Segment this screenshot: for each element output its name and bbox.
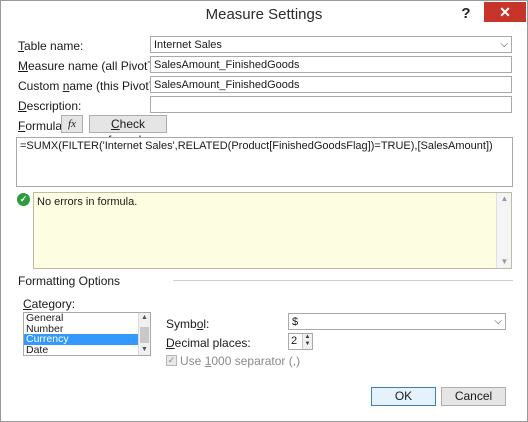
description-input[interactable] — [150, 96, 512, 113]
scroll-up-icon[interactable]: ▲ — [139, 313, 150, 323]
close-button[interactable]: ✕ — [484, 2, 526, 22]
insert-function-button[interactable]: fx — [61, 115, 83, 133]
status-scrollbar[interactable]: ▲ ▼ — [496, 193, 511, 268]
formula-label: Formula: — [18, 119, 66, 133]
measure-name-input[interactable]: SalesAmount_FinishedGoods — [150, 56, 512, 73]
scroll-down-icon[interactable]: ▼ — [497, 256, 512, 268]
custom-name-input[interactable]: SalesAmount_FinishedGoods — [150, 76, 512, 93]
thousand-separator-checkbox[interactable]: ✓ — [166, 355, 177, 366]
scroll-thumb[interactable] — [140, 327, 149, 343]
check-formula-button[interactable]: Check formula — [89, 115, 167, 147]
checkmark-icon: ✓ — [17, 193, 30, 206]
chevron-down-icon: ⌵ — [500, 39, 508, 50]
table-name-combobox[interactable]: Internet Sales ⌵ — [150, 36, 512, 53]
dialog-title: Measure Settings — [205, 6, 323, 23]
cancel-button[interactable]: Cancel — [441, 387, 506, 406]
title-bar: Measure Settings ? ✕ — [1, 1, 527, 30]
measure-settings-dialog: Measure Settings ? ✕ Table name: Interne… — [0, 0, 528, 422]
symbol-value: $ — [292, 316, 299, 328]
close-icon: ✕ — [499, 4, 511, 20]
status-message: No errors in formula. — [37, 196, 138, 208]
description-label: Description: — [18, 99, 82, 113]
decimal-places-value: 2 — [291, 335, 298, 347]
increment-icon[interactable]: ▲ — [303, 334, 312, 341]
category-listbox[interactable]: General Number Currency Date ▲ ▼ — [23, 312, 151, 356]
thousand-separator-label: Use 1000 separator (,) — [180, 354, 301, 368]
symbol-combobox[interactable]: $ ⌵ — [288, 313, 506, 330]
section-divider — [173, 280, 513, 281]
decimal-places-label: Decimal places: — [166, 336, 251, 350]
table-name-value: Internet Sales — [154, 39, 222, 51]
decimal-places-stepper[interactable]: 2 ▲ ▼ — [288, 333, 313, 350]
table-name-label: Table name: — [18, 39, 84, 53]
list-item[interactable]: General — [24, 313, 150, 324]
formatting-options-heading: Formatting Options — [18, 274, 121, 288]
stepper-buttons[interactable]: ▲ ▼ — [302, 334, 312, 349]
decrement-icon[interactable]: ▼ — [303, 341, 312, 348]
help-button[interactable]: ? — [455, 3, 477, 25]
list-item[interactable]: Currency — [24, 334, 150, 345]
list-item[interactable]: Date — [24, 344, 150, 356]
scroll-up-icon[interactable]: ▲ — [497, 193, 512, 205]
category-scrollbar[interactable]: ▲ ▼ — [138, 313, 150, 355]
category-label: Category: — [23, 297, 76, 311]
ok-button[interactable]: OK — [371, 387, 436, 406]
chevron-down-icon: ⌵ — [494, 316, 502, 327]
symbol-label: Symbol: — [166, 317, 210, 331]
fx-icon: fx — [68, 118, 76, 130]
scroll-down-icon[interactable]: ▼ — [139, 345, 150, 355]
formula-status-box: No errors in formula. ▲ ▼ — [33, 192, 512, 269]
formula-editor[interactable]: =SUMX(FILTER('Internet Sales',RELATED(Pr… — [16, 137, 513, 187]
